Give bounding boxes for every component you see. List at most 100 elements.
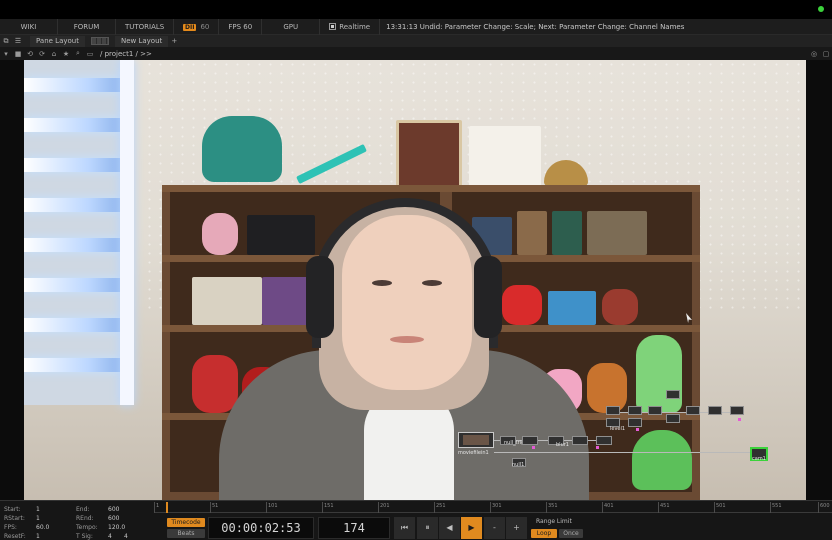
- node-h[interactable]: [666, 390, 680, 399]
- pause-button[interactable]: ⏸: [417, 517, 438, 539]
- node-g[interactable]: [648, 406, 662, 415]
- node-e[interactable]: [606, 406, 620, 415]
- ruler-tick: 501: [714, 502, 726, 513]
- play-button[interactable]: ▶: [461, 517, 482, 539]
- menu-forum[interactable]: FORUM: [58, 18, 116, 35]
- pane-layout-tab[interactable]: Pane Layout: [30, 35, 85, 47]
- ruler-tick: 301: [490, 502, 502, 513]
- node-d[interactable]: [596, 436, 612, 445]
- window-titlebar: [0, 0, 832, 19]
- node-label-null: null1: [512, 462, 525, 468]
- node-j[interactable]: [708, 406, 722, 415]
- add-pane-button[interactable]: +: [168, 37, 180, 45]
- once-button[interactable]: Once: [559, 529, 583, 538]
- node-label-level: level1: [610, 426, 626, 432]
- new-layout-tab[interactable]: New Layout: [114, 35, 169, 47]
- network-viewport[interactable]: moviefilein1 null_trigger blur1 null1 le…: [0, 60, 832, 500]
- range-limit-label: Range Limit: [536, 518, 572, 525]
- stat-rend[interactable]: REnd: 600: [76, 515, 119, 522]
- plush-frog: [202, 116, 282, 182]
- right-earcup: [474, 256, 502, 338]
- status-message: 13:31:13 Undid: Parameter Change: Scale;…: [386, 22, 685, 31]
- stat-end[interactable]: End: 600: [76, 506, 119, 513]
- pane-bar: ⧉ ☰ Pane Layout New Layout +: [0, 35, 832, 47]
- node-n[interactable]: [666, 414, 680, 423]
- menu-tutorials[interactable]: TUTORIALS: [116, 18, 174, 35]
- dii-indicator[interactable]: DII 60: [174, 18, 220, 35]
- stat-tsig[interactable]: T Sig: 4 4: [76, 533, 128, 540]
- layout-grid-icon[interactable]: [90, 37, 109, 45]
- ruler-tick: 251: [434, 502, 446, 513]
- node-label-blur: blur1: [556, 442, 569, 448]
- node-thumbnail: [463, 435, 489, 445]
- ruler-tick: 600: [818, 502, 830, 513]
- ruler-tick: 451: [658, 502, 670, 513]
- step-plus-button[interactable]: +: [506, 517, 527, 539]
- ruler-tick: 101: [266, 502, 278, 513]
- pane-close-icon[interactable]: ▢: [820, 50, 832, 58]
- stat-fps[interactable]: FPS: 60.0: [4, 524, 49, 531]
- step-back-button[interactable]: ◀: [439, 517, 460, 539]
- stat-rstart[interactable]: RStart: 1: [4, 515, 40, 522]
- ruler-tick: 551: [770, 502, 782, 513]
- realtime-toggle[interactable]: Realtime: [320, 18, 381, 35]
- left-earcup: [306, 256, 334, 338]
- network-path[interactable]: / project1 / >>: [100, 50, 152, 58]
- realtime-checkbox-icon[interactable]: [329, 22, 337, 30]
- timecode-field[interactable]: 00:00:02:53: [208, 517, 314, 539]
- folder-icon[interactable]: ▭: [84, 50, 96, 58]
- ruler-tick: 351: [546, 502, 558, 513]
- node-f[interactable]: [628, 406, 642, 415]
- window-blinds: [24, 60, 132, 405]
- timeline-bar: Start: 1 RStart: 1 FPS: 60.0 ResetF: 1 End: 6…: [0, 500, 832, 540]
- step-minus-button[interactable]: -: [484, 517, 505, 539]
- back-icon[interactable]: ⟲: [24, 50, 36, 58]
- pane-menu-icon[interactable]: ☰: [12, 37, 24, 45]
- stop-icon[interactable]: ■: [12, 50, 24, 58]
- node-k[interactable]: [730, 406, 744, 415]
- node-label-cam: cam1: [752, 456, 766, 462]
- poster-triangle: [469, 126, 541, 186]
- window-frame: [120, 60, 134, 405]
- fps-display: FPS 60: [219, 18, 263, 35]
- menu-bar: WIKI FORUM TUTORIALS DII 60 FPS 60 GPU Re…: [0, 18, 832, 35]
- network-path-bar: ▾ ■ ⟲ ⟳ ⌂ ★ ⌕ ▭ / project1 / >> ◎ ▢: [0, 47, 832, 60]
- timeline-stats: Start: 1 RStart: 1 FPS: 60.0 ResetF: 1 End: 6…: [0, 504, 152, 540]
- status-light-icon: [818, 6, 824, 12]
- pane-settings-icon[interactable]: ◎: [808, 50, 820, 58]
- beats-mode-button[interactable]: Beats: [167, 529, 205, 538]
- dii-value: 60: [200, 22, 210, 31]
- ruler-tick: 401: [602, 502, 614, 513]
- bookmark-icon[interactable]: ★: [60, 50, 72, 58]
- ruler-tick: 201: [378, 502, 390, 513]
- node-m[interactable]: [628, 418, 642, 427]
- rewind-button[interactable]: ⏮: [394, 517, 415, 539]
- stat-resetf[interactable]: ResetF: 1: [4, 533, 40, 540]
- node-moviefilein[interactable]: [458, 432, 494, 448]
- node-c[interactable]: [572, 436, 588, 445]
- gpu-menu[interactable]: GPU: [262, 18, 321, 35]
- ruler-tick: 1: [154, 502, 159, 513]
- node-blur[interactable]: [522, 436, 538, 445]
- webcam-feed-background: [24, 60, 806, 500]
- ruler-tick: 151: [322, 502, 334, 513]
- frame-field[interactable]: 174: [318, 517, 390, 539]
- loop-button[interactable]: Loop: [531, 529, 557, 538]
- home-icon[interactable]: ⌂: [48, 50, 60, 58]
- playhead[interactable]: [166, 502, 168, 513]
- node-i[interactable]: [686, 406, 700, 415]
- realtime-label: Realtime: [339, 22, 371, 31]
- search-icon[interactable]: ⌕: [72, 49, 84, 58]
- painting-frame: [396, 120, 462, 188]
- ruler-tick: 51: [210, 502, 218, 513]
- timecode-mode-button[interactable]: Timecode: [167, 518, 205, 527]
- pane-split-icon[interactable]: ⧉: [0, 37, 12, 46]
- stat-tempo[interactable]: Tempo: 120.0: [76, 524, 125, 531]
- forward-icon[interactable]: ⟳: [36, 50, 48, 58]
- timeline-ruler[interactable]: 1 51 101 151 201 251 301 351 401 451 501…: [154, 502, 832, 513]
- node-label-moviefilein: moviefilein1: [458, 450, 489, 456]
- menu-wiki[interactable]: WIKI: [0, 18, 58, 35]
- dii-badge: DII: [183, 23, 197, 31]
- stat-start[interactable]: Start: 1: [4, 506, 40, 513]
- pane-type-icon[interactable]: ▾: [0, 50, 12, 58]
